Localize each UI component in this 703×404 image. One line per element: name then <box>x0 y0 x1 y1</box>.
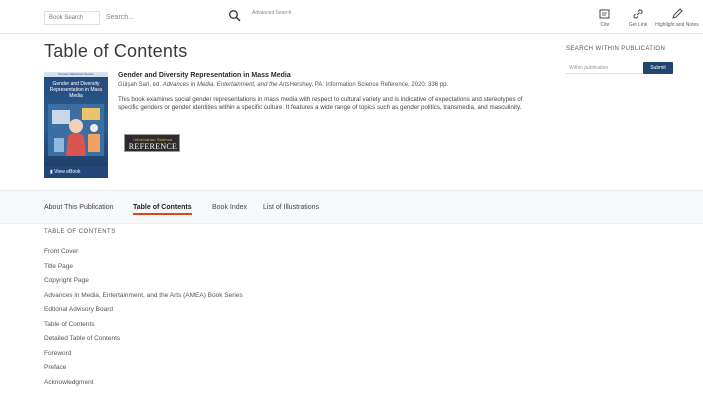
tab-list-of-illustrations[interactable]: List of Illustrations <box>263 204 319 211</box>
book-description: This book examines social gender represe… <box>118 96 523 112</box>
highlight-notes-button[interactable]: Highlight and Notes <box>652 8 702 28</box>
search-within-submit-button[interactable]: Submit <box>643 62 673 74</box>
book-publication-info: Hershey, PA: Information Science Referen… <box>289 82 449 88</box>
toc-item[interactable]: Detailed Table of Contents <box>44 334 444 349</box>
toc-list: Front Cover Title Page Copyright Page Ad… <box>44 247 444 392</box>
pencil-icon <box>672 8 683 19</box>
toc-heading: TABLE OF CONTENTS <box>44 229 116 235</box>
toc-item[interactable]: Front Cover <box>44 247 444 262</box>
toc-item[interactable]: Acknowledgment <box>44 378 444 393</box>
cite-label: Cite <box>600 22 610 28</box>
publisher-logo-line2: REFERENCE <box>128 142 178 151</box>
cite-icon <box>599 9 610 19</box>
toc-item[interactable]: Copyright Page <box>44 276 444 291</box>
advanced-search-link[interactable]: Advanced Search <box>252 10 292 16</box>
search-scope-select[interactable]: Book Search <box>44 11 100 25</box>
tab-book-index[interactable]: Book Index <box>212 204 247 211</box>
book-title[interactable]: Gender and Diversity Representation in M… <box>118 72 291 79</box>
highlight-notes-label: Highlight and Notes <box>655 22 699 28</box>
view-ebook-button[interactable]: ▮ View eBook <box>44 166 108 178</box>
search-within-input[interactable]: Within publication <box>566 62 644 74</box>
top-search-bar: Book Search Search... Advanced Search Ci… <box>0 0 703 34</box>
book-series-link[interactable]: Advances in Media, Entertainment, and th… <box>163 82 290 88</box>
search-within-title: SEARCH WITHIN PUBLICATION <box>566 46 666 52</box>
cover-title: Gender and Diversity Representation in M… <box>49 81 103 99</box>
cover-illustration <box>48 104 104 156</box>
toc-item[interactable]: Foreword <box>44 349 444 364</box>
cover-series-band: Premier Reference Source <box>44 72 108 77</box>
toc-item[interactable]: Table of Contents <box>44 320 444 335</box>
search-input[interactable]: Search... <box>106 11 226 25</box>
publisher-logo: Information Science REFERENCE <box>124 134 180 152</box>
book-citation: Gülşah Sari, ed. Advances in Media, Ente… <box>118 82 558 88</box>
toc-item[interactable]: Preface <box>44 363 444 378</box>
search-icon[interactable] <box>228 9 242 23</box>
link-icon <box>633 9 643 19</box>
tab-about-publication[interactable]: About This Publication <box>44 204 114 211</box>
toc-item[interactable]: Title Page <box>44 262 444 277</box>
get-link-button[interactable]: Get Link <box>625 8 651 28</box>
get-link-label: Get Link <box>628 22 648 28</box>
toc-item[interactable]: Advances in Media, Entertainment, and th… <box>44 291 444 306</box>
page-title: Table of Contents <box>44 41 188 61</box>
toc-item[interactable]: Editorial Advisory Board <box>44 305 444 320</box>
book-cover[interactable]: Premier Reference Source Gender and Dive… <box>44 72 108 168</box>
tab-table-of-contents[interactable]: Table of Contents <box>133 204 192 215</box>
book-editor: Gülşah Sari, ed. <box>118 82 162 88</box>
cite-button[interactable]: Cite <box>594 8 616 28</box>
view-ebook-label: View eBook <box>54 169 81 175</box>
